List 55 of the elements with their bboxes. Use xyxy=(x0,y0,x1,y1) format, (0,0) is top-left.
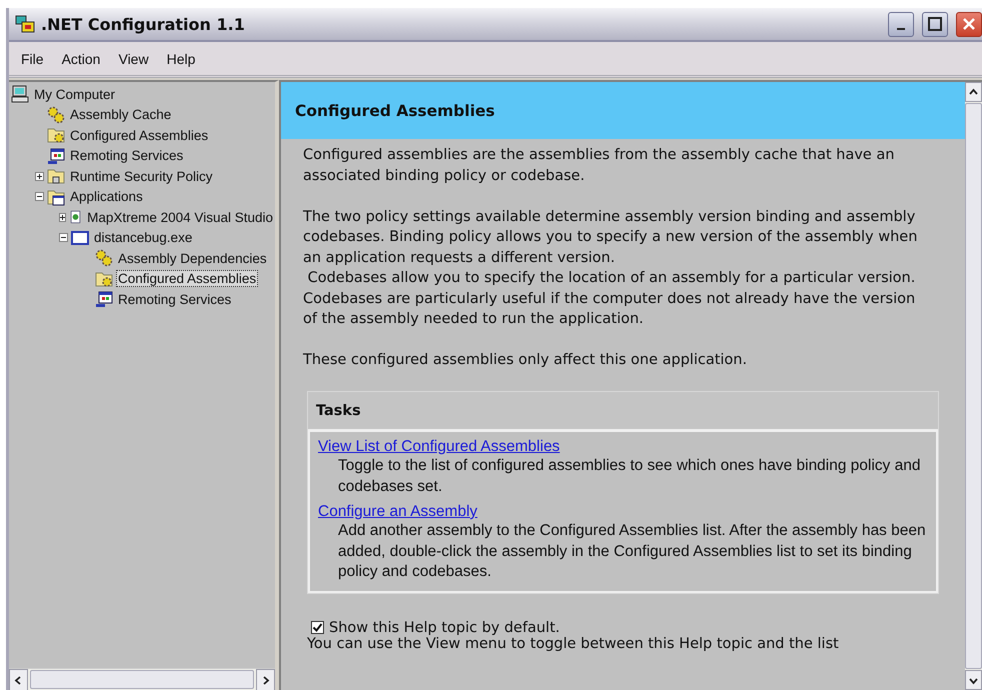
window-icon xyxy=(71,228,89,247)
plus-icon xyxy=(60,214,66,220)
paragraph: Configured assemblies are the assemblies from the assembly cache that have an associated binding policy or codebase. xyxy=(303,146,896,186)
task-description: Toggle to the list of configured assemblies to see which ones have binding policy and codebases set. xyxy=(337,456,922,496)
menu-item[interactable]: File xyxy=(15,48,50,68)
scroll-right-button[interactable] xyxy=(256,669,275,690)
scroll-up-button[interactable] xyxy=(965,82,982,102)
folder-gear-icon xyxy=(95,270,113,288)
task-description: Add another assembly to the Configured Assemblies list. After the assembly has been added, double-click the assembly in the Configured Assemblies list to set its binding policy and codebases. xyxy=(337,521,926,582)
scroll-thumb[interactable] xyxy=(30,670,254,689)
tree-item[interactable]: Remoting Services xyxy=(116,290,234,308)
task-link[interactable]: View List of Configured Assemblies xyxy=(318,438,560,456)
tasks-title: Tasks xyxy=(316,402,361,418)
gears-icon xyxy=(47,106,65,124)
page-heading: Configured Assemblies xyxy=(295,102,495,120)
close-icon xyxy=(962,17,976,31)
expand-toggle[interactable] xyxy=(35,172,44,181)
checkbox-label: Show this Help topic by default. xyxy=(329,620,560,636)
maximize-icon xyxy=(928,17,942,31)
gears-icon xyxy=(95,249,113,268)
tree-item[interactable]: MapXtreme 2004 Visual Studio xyxy=(85,208,275,226)
close-button[interactable] xyxy=(956,12,982,36)
collapse-toggle[interactable] xyxy=(35,192,44,202)
tree-item[interactable]: Configured Assemblies xyxy=(68,126,210,144)
minus-icon xyxy=(61,237,66,238)
minimize-button[interactable] xyxy=(888,12,914,36)
app-icon xyxy=(15,15,35,33)
minimize-icon xyxy=(897,28,905,30)
horizontal-scrollbar[interactable] xyxy=(9,668,275,690)
tree-item[interactable]: Remoting Services xyxy=(68,147,186,164)
maximize-button[interactable] xyxy=(922,12,948,36)
menu-item[interactable]: Help xyxy=(160,48,202,68)
tree-item[interactable]: Configured Assemblies xyxy=(116,270,258,288)
checkbox[interactable] xyxy=(311,621,324,634)
menu-item[interactable]: View xyxy=(112,48,155,68)
tree-item[interactable]: Runtime Security Policy xyxy=(68,168,215,185)
task-link[interactable]: Configure an Assembly xyxy=(318,503,478,521)
plus-icon xyxy=(37,174,42,179)
expand-toggle[interactable] xyxy=(59,212,66,222)
minus-icon xyxy=(37,196,42,198)
tree-item[interactable]: distancebug.exe xyxy=(92,229,194,246)
folder-gear-icon xyxy=(47,126,65,144)
tree-item[interactable]: Assembly Dependencies xyxy=(116,250,269,267)
paragraph: These configured assemblies only affect this one application. xyxy=(303,351,748,370)
tree-item[interactable]: Assembly Cache xyxy=(68,106,174,124)
help-note: You can use the View menu to toggle between this Help topic and the list xyxy=(307,636,840,652)
tree-item[interactable]: My Computer xyxy=(32,86,118,103)
collapse-toggle[interactable] xyxy=(59,233,68,242)
paragraph: The two policy settings available determine assembly version binding and assembly codebases. Binding policy allows you to specify a new version of the assembly when an application requests a different version. Codebases allow you to specify the location of an assembly for a particular version. Codebases are particularly useful if the computer does not already have the version of the assembly needed to run the application. xyxy=(303,208,918,329)
scroll-left-button[interactable] xyxy=(9,669,28,690)
window-title: .NET Configuration 1.1 xyxy=(41,14,246,34)
menu-item[interactable]: Action xyxy=(56,48,106,68)
folder-window-icon xyxy=(47,188,65,206)
tree-item[interactable]: Applications xyxy=(68,188,145,206)
scroll-down-button[interactable] xyxy=(965,670,982,690)
